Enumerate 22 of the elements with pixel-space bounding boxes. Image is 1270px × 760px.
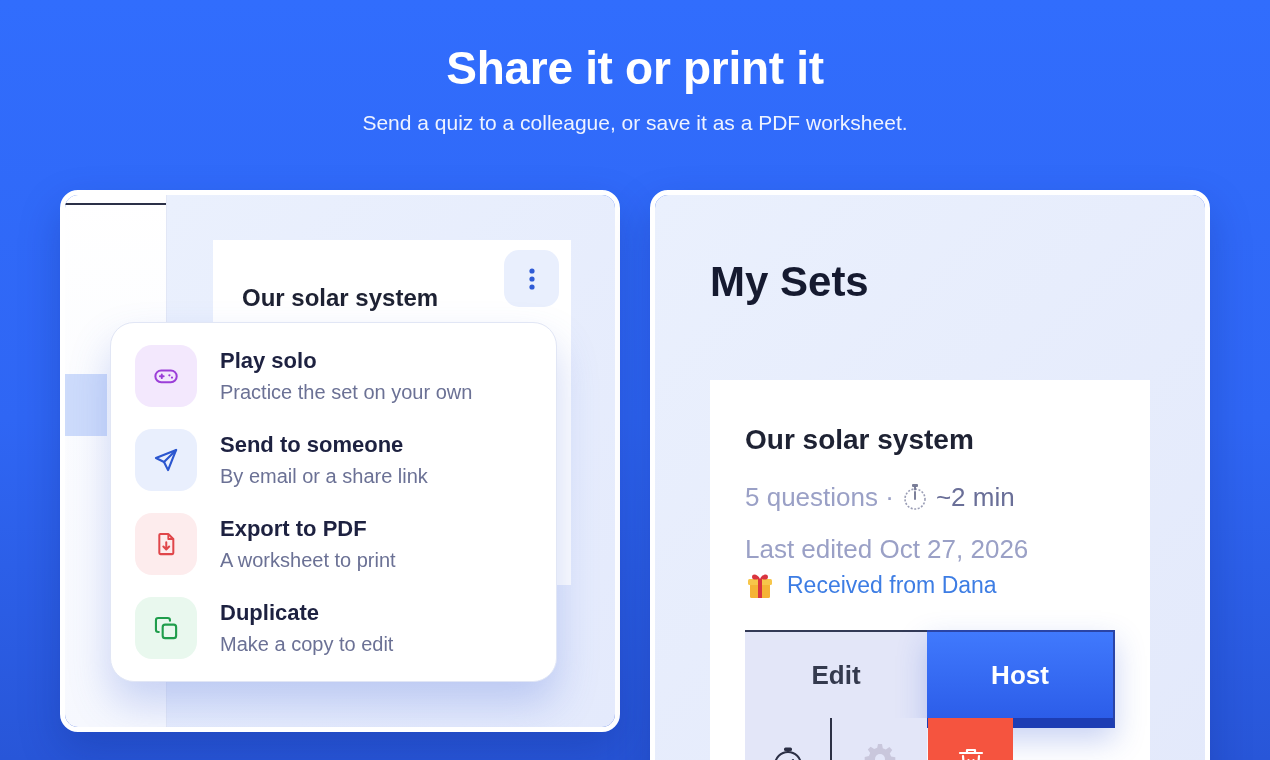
last-edited: Last edited Oct 27, 2026 [745,533,1029,566]
file-download-icon [135,513,197,575]
more-icon [528,267,535,290]
question-count: 5 questions · [745,481,894,514]
set-title: Our solar system [745,423,974,457]
sender-link[interactable]: Received from Dana [787,570,997,600]
edit-button[interactable]: Edit [745,630,927,718]
duration: ~2 min [935,481,1015,514]
gamepad-icon [135,345,197,407]
highlight-block [65,374,107,436]
page-title: Share it or print it [446,41,824,96]
paper-plane-icon [135,429,197,491]
host-button[interactable]: Host [927,630,1115,728]
section-heading: My Sets [710,257,869,307]
menu-item[interactable]: Export to PDF A worksheet to print [111,513,396,575]
menu-item[interactable]: Duplicate Make a copy to edit [111,597,394,659]
page-subtitle: Send a quiz to a colleague, or save it as a PDF worksheet. [362,110,908,136]
stopwatch-icon [901,483,928,511]
menu-item[interactable]: Play solo Practice the set on your own [111,345,473,407]
copy-icon [135,597,197,659]
set-title: Our solar system [242,283,439,313]
menu-item[interactable]: Send to someone By email or a share link [111,429,428,491]
